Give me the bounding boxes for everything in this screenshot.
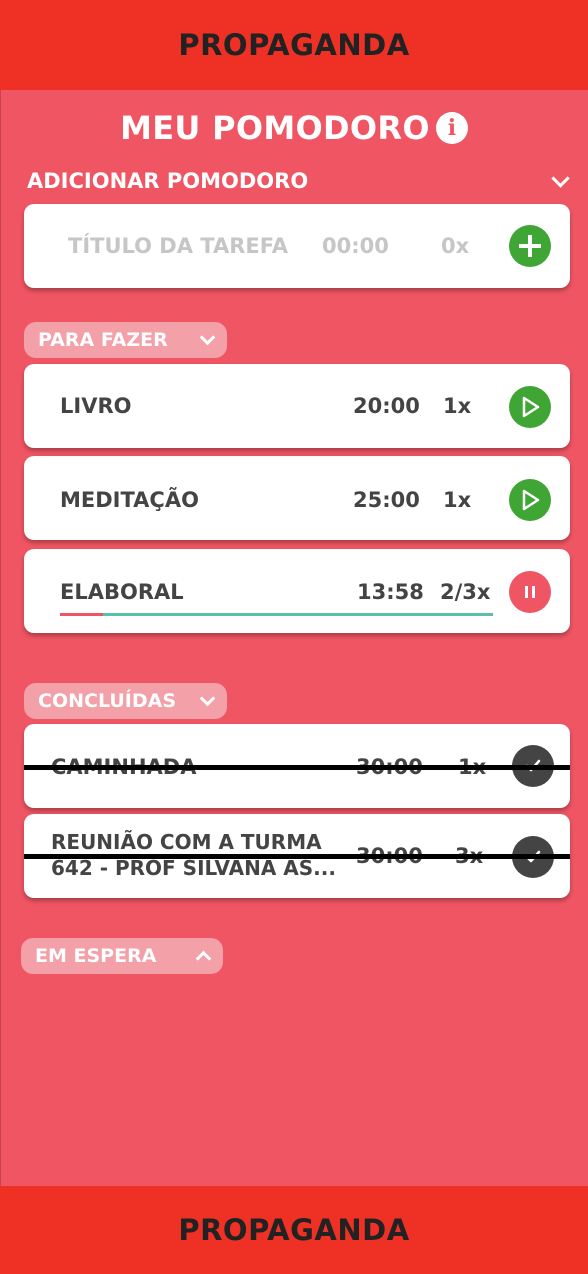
task-name-line2: 642 - PROF SILVANA AS... [51,856,336,880]
add-pomodoro-label: ADICIONAR POMODORO [27,169,309,193]
todo-section-toggle[interactable]: PARA FAZER [24,322,227,358]
task-progress-fill [60,613,104,616]
page-header: MEU POMODORO i [0,106,588,150]
task-name: MEDITAÇÃO [60,488,199,512]
task-time: 25:00 [353,488,420,512]
waiting-section-label: EM ESPERA [35,945,157,967]
task-name-line1: REUNIÃO COM A TURMA [51,830,322,854]
task-card-running[interactable]: ELABORAL 13:58 2/3x [24,549,570,633]
task-count-input[interactable]: 0x [441,234,469,258]
chevron-up-icon [195,950,212,967]
add-pomodoro-card: TÍTULO DA TAREFA 00:00 0x [24,204,570,288]
play-icon [522,396,540,418]
play-button[interactable] [509,479,551,521]
task-count: 1x [443,488,472,512]
chevron-down-icon [199,690,216,707]
todo-section-label: PARA FAZER [38,329,168,351]
pause-button[interactable] [509,571,551,613]
task-title-input[interactable]: TÍTULO DA TAREFA [68,234,288,258]
chevron-down-icon [199,329,216,346]
task-time-input[interactable]: 00:00 [322,234,389,258]
pause-icon [525,586,535,598]
completed-task-card[interactable]: CAMINHADA 30:00 1x [24,724,570,808]
strikethrough-line [24,765,570,770]
play-icon [522,489,540,511]
done-section-label: CONCLUÍDAS [38,690,177,712]
task-count: 1x [443,394,472,418]
task-time: 13:58 [357,580,424,604]
add-button[interactable] [509,225,551,267]
chevron-down-icon [551,168,570,188]
top-ad-banner[interactable]: PROPAGANDA [0,0,588,90]
add-pomodoro-toggle[interactable]: ADICIONAR POMODORO [27,166,573,196]
task-card[interactable]: MEDITAÇÃO 25:00 1x [24,456,570,540]
task-progress-bar [60,613,493,616]
left-edge-line [0,90,1,1186]
completed-task-card[interactable]: REUNIÃO COM A TURMA 642 - PROF SILVANA A… [24,814,570,898]
page-title: MEU POMODORO [120,109,430,147]
task-count: 2/3x [440,580,491,604]
task-card[interactable]: LIVRO 20:00 1x [24,364,570,448]
info-icon[interactable]: i [435,112,468,144]
task-name: LIVRO [60,394,132,418]
play-button[interactable] [509,386,551,428]
done-section-toggle[interactable]: CONCLUÍDAS [24,683,227,719]
strikethrough-line [24,854,570,859]
waiting-section-toggle[interactable]: EM ESPERA [21,938,223,974]
task-name: ELABORAL [60,580,184,604]
plus-icon [519,235,541,257]
bottom-ad-banner[interactable]: PROPAGANDA [0,1186,588,1274]
task-time: 20:00 [353,394,420,418]
